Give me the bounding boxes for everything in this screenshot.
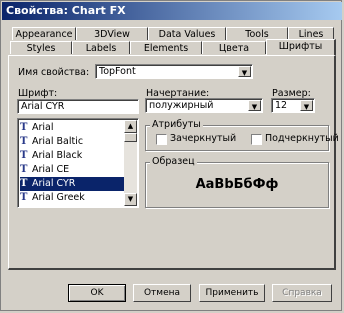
style-value: полужирный <box>149 100 214 111</box>
truetype-icon: T <box>20 192 28 203</box>
size-dropdown-icon[interactable]: ▼ <box>300 100 313 111</box>
font-list-item[interactable]: T Arial CE <box>20 163 127 177</box>
property-name-select[interactable]: TopFont ▼ <box>95 64 253 79</box>
size-value: 12 <box>275 100 288 111</box>
sample-group: Образец AaBbБбФф <box>145 156 329 208</box>
truetype-icon: T <box>20 150 28 161</box>
underline-label[interactable]: Подчеркнутый <box>265 133 339 144</box>
strikeout-checkbox[interactable] <box>156 134 167 145</box>
tab-colors[interactable]: Цвета <box>202 41 266 54</box>
tab-styles[interactable]: Styles <box>10 41 72 54</box>
font-input-value: Arial CYR <box>21 101 65 112</box>
font-list[interactable]: T Arial T Arial Baltic T Arial Black T Arial… <box>17 118 139 208</box>
font-list-item-selected[interactable]: T Arial CYR <box>20 177 127 191</box>
truetype-icon: T <box>20 122 28 133</box>
sample-group-label: Образец <box>150 156 197 167</box>
attributes-group-label: Атрибуты <box>150 119 203 130</box>
cancel-button[interactable]: Отмена <box>133 284 191 302</box>
property-name-value: TopFont <box>99 66 136 77</box>
style-dropdown-icon[interactable]: ▼ <box>248 100 261 111</box>
strikeout-label[interactable]: Зачеркнутый <box>170 133 236 144</box>
font-input[interactable]: Arial CYR <box>17 99 139 114</box>
font-list-item[interactable]: T Arial Black <box>20 149 127 163</box>
font-list-item[interactable]: T Arial Greek <box>20 191 127 205</box>
truetype-icon: T <box>20 164 28 175</box>
apply-button[interactable]: Применить <box>199 284 265 302</box>
scroll-down-icon[interactable]: ▼ <box>124 193 137 206</box>
style-select[interactable]: полужирный ▼ <box>145 98 263 113</box>
ok-button[interactable]: OK <box>68 284 126 302</box>
truetype-icon: T <box>20 136 28 147</box>
property-name-dropdown-icon[interactable]: ▼ <box>238 66 251 77</box>
attributes-group: Атрибуты Зачеркнутый Подчеркнутый <box>145 119 339 151</box>
font-list-item[interactable]: T Arial <box>20 121 127 135</box>
tab-appearance[interactable]: Appearance <box>12 27 76 40</box>
tab-data-values[interactable]: Data Values <box>148 27 226 40</box>
tab-fonts[interactable]: Шрифты <box>266 39 336 55</box>
font-label: Шрифт: <box>18 88 58 99</box>
window-title: Свойства: Chart FX <box>2 2 342 20</box>
font-list-item[interactable]: T Arial Baltic <box>20 135 127 149</box>
scroll-up-icon[interactable]: ▲ <box>124 120 137 133</box>
tab-3dview[interactable]: 3DView <box>76 27 148 40</box>
scroll-thumb[interactable] <box>124 133 137 142</box>
property-name-label: Имя свойства: <box>18 67 90 78</box>
size-select[interactable]: 12 ▼ <box>271 98 315 113</box>
tab-labels[interactable]: Labels <box>72 41 130 54</box>
underline-checkbox[interactable] <box>251 134 262 145</box>
tab-elements[interactable]: Elements <box>130 41 202 54</box>
font-list-scrollbar[interactable]: ▲ ▼ <box>124 120 137 206</box>
help-button[interactable]: Справка <box>272 284 332 302</box>
sample-text: AaBbБбФф <box>195 177 279 192</box>
truetype-icon: T <box>20 178 28 189</box>
